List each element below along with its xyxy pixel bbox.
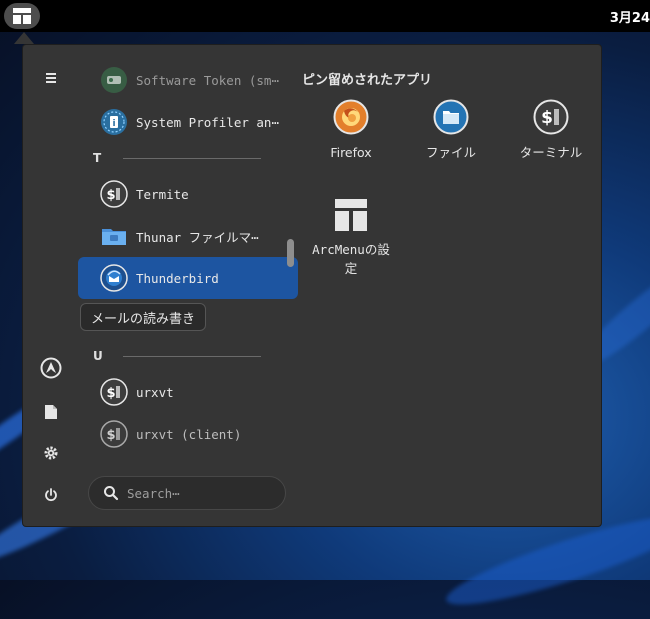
- documents-button[interactable]: [37, 398, 65, 426]
- menu-pointer: [14, 32, 34, 44]
- search-box[interactable]: [88, 476, 286, 510]
- pinned-app-terminal[interactable]: $ ターミナル: [503, 99, 599, 162]
- arcmenu-settings-icon: [335, 199, 367, 231]
- arcmenu-layout-icon: [13, 8, 31, 24]
- pinned-app-arcmenu-settings[interactable]: ArcMenuの設定: [303, 198, 399, 278]
- svg-text:$: $: [106, 188, 115, 203]
- svg-text:i: i: [112, 119, 115, 129]
- thunderbird-icon: [100, 264, 128, 292]
- arch-logo-icon: [40, 357, 62, 379]
- svg-text:$: $: [106, 428, 115, 443]
- document-icon: [45, 405, 57, 419]
- app-item-label: Termite: [136, 186, 189, 202]
- app-item-urxvt-client[interactable]: $ urxvt (client): [78, 413, 298, 455]
- clock[interactable]: 3月24: [610, 7, 650, 26]
- app-list-scrollbar[interactable]: [287, 239, 294, 267]
- pinned-app-firefox[interactable]: Firefox: [303, 99, 399, 162]
- app-item-thunderbird[interactable]: Thunderbird: [78, 257, 298, 299]
- search-input[interactable]: [125, 484, 279, 502]
- power-button[interactable]: [37, 481, 65, 509]
- app-item-label: System Profiler an⋯: [136, 114, 279, 130]
- app-item-label: Software Token (sm⋯: [136, 72, 279, 88]
- category-divider: [123, 157, 261, 159]
- pinned-app-files[interactable]: ファイル: [403, 99, 499, 162]
- user-avatar-button[interactable]: [37, 354, 65, 382]
- app-item-label: Thunderbird: [136, 270, 219, 286]
- app-item-label: urxvt: [136, 384, 174, 400]
- software-token-icon: [100, 66, 128, 94]
- svg-text:$: $: [541, 108, 553, 128]
- settings-button[interactable]: [37, 439, 65, 467]
- settings-icon: [44, 446, 58, 460]
- app-item-software-token[interactable]: Software Token (sm⋯: [78, 59, 298, 101]
- arcmenu-popup: Software Token (sm⋯ i System Profiler an…: [22, 44, 602, 527]
- hamburger-menu-button[interactable]: [37, 64, 65, 92]
- pinned-app-label: ファイル: [425, 145, 476, 160]
- files-icon: [433, 99, 469, 135]
- system-profiler-icon: i: [100, 108, 128, 136]
- app-item-termite[interactable]: $ Termite: [78, 173, 298, 215]
- terminal-icon: $: [533, 99, 569, 135]
- pinned-apps-title: ピン留めされたアプリ: [302, 73, 433, 88]
- firefox-icon: [333, 99, 369, 135]
- category-letter: U: [93, 349, 103, 363]
- pinned-app-label: ターミナル: [519, 145, 583, 160]
- category-divider: [123, 355, 261, 357]
- pinned-app-label: Firefox: [330, 145, 372, 160]
- arcmenu-button[interactable]: [4, 3, 40, 29]
- terminal-icon: $: [100, 378, 128, 406]
- app-tooltip: メールの読み書き: [80, 303, 207, 331]
- svg-text:$: $: [106, 386, 115, 401]
- app-item-system-profiler[interactable]: i System Profiler an⋯: [78, 101, 298, 143]
- top-panel: 3月24: [0, 0, 650, 32]
- app-item-label: Thunar ファイルマ⋯: [136, 229, 259, 245]
- terminal-icon: $: [100, 180, 128, 208]
- category-letter: T: [93, 151, 102, 165]
- power-icon: [45, 488, 57, 502]
- search-icon: [104, 486, 119, 501]
- pinned-app-label: ArcMenuの設定: [312, 242, 390, 276]
- category-header-u: U: [93, 348, 261, 364]
- app-item-urxvt[interactable]: $ urxvt: [78, 371, 298, 413]
- app-item-label: urxvt (client): [136, 426, 242, 442]
- terminal-icon: $: [100, 420, 128, 448]
- category-header-t: T: [93, 150, 261, 166]
- folder-icon: [100, 222, 128, 250]
- app-item-thunar[interactable]: Thunar ファイルマ⋯: [78, 215, 298, 257]
- hamburger-menu-icon: [46, 73, 56, 83]
